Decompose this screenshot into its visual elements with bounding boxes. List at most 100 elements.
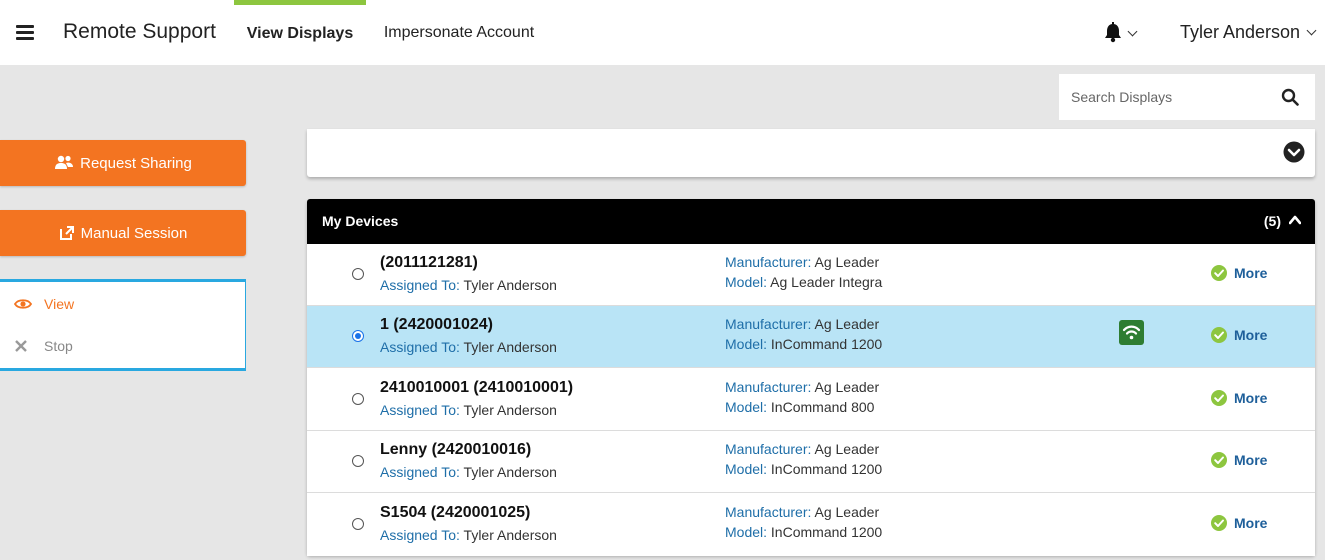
search-icon[interactable]: [1281, 88, 1299, 106]
check-circle-icon: [1211, 265, 1227, 281]
device-row[interactable]: (2011121281) Assigned To: Tyler Anderson…: [307, 244, 1315, 306]
more-label: More: [1234, 452, 1268, 469]
assigned-key: Assigned To:: [380, 464, 460, 481]
more-button[interactable]: More: [1211, 452, 1268, 469]
assigned-value: Tyler Anderson: [463, 339, 557, 356]
model-key: Model:: [725, 398, 768, 415]
assigned-value: Tyler Anderson: [463, 277, 557, 293]
my-devices-title: My Devices: [322, 213, 399, 229]
manufacturer-key: Manufacturer:: [725, 316, 812, 333]
manual-session-button[interactable]: Manual Session: [0, 210, 246, 256]
close-icon: [15, 340, 27, 352]
external-link-icon: [59, 226, 74, 240]
manufacturer-value: Ag Leader: [814, 378, 880, 395]
menu-icon[interactable]: [16, 25, 34, 40]
device-radio[interactable]: [352, 455, 364, 468]
eye-icon: [14, 299, 32, 309]
check-circle-icon: [1211, 514, 1227, 531]
user-name: Tyler Anderson: [1180, 22, 1301, 42]
tab-impersonate-account[interactable]: Impersonate Account: [372, 0, 546, 65]
manufacturer-key: Manufacturer:: [725, 378, 812, 395]
device-radio[interactable]: [352, 330, 364, 343]
device-model: Model: InCommand 1200: [725, 336, 882, 352]
manufacturer-key: Manufacturer:: [725, 441, 812, 458]
model-value: InCommand 800: [770, 398, 875, 415]
chevron-up-icon[interactable]: [1289, 215, 1301, 225]
device-name: S1504 (2420001025): [380, 503, 531, 521]
manufacturer-key: Manufacturer:: [725, 503, 812, 520]
device-count: (5): [1263, 213, 1281, 229]
assigned-value: Tyler Anderson: [463, 401, 557, 418]
device-model: Model: InCommand 800: [725, 399, 874, 415]
device-model: Model: InCommand 1200: [725, 461, 882, 477]
device-model: Model: InCommand 1200: [725, 524, 882, 540]
device-assigned: Assigned To: Tyler Anderson: [380, 464, 557, 480]
device-radio[interactable]: [352, 268, 364, 280]
more-button[interactable]: More: [1211, 514, 1268, 531]
app-title: Remote Support: [63, 20, 216, 43]
device-assigned: Assigned To: Tyler Anderson: [380, 527, 557, 543]
device-row[interactable]: 1 (2420001024) Assigned To: Tyler Anders…: [307, 306, 1315, 369]
my-devices-panel: My Devices (5) (2011121281) Assigned To:…: [307, 199, 1315, 556]
users-icon: [55, 155, 74, 169]
device-radio[interactable]: [352, 392, 364, 405]
more-button[interactable]: More: [1211, 389, 1268, 406]
model-value: InCommand 1200: [770, 461, 883, 478]
more-button[interactable]: More: [1211, 327, 1268, 344]
device-name: 2410010001 (2410010001): [380, 378, 574, 396]
device-name: (2011121281): [380, 254, 478, 271]
device-radio[interactable]: [352, 517, 364, 530]
manufacturer-key: Manufacturer:: [725, 254, 812, 270]
bell-icon: [1105, 22, 1121, 43]
more-label: More: [1234, 389, 1268, 406]
model-value: InCommand 1200: [770, 336, 883, 353]
top-bar: Remote Support View Displays Impersonate…: [0, 0, 1325, 65]
device-name: Lenny (2420010016): [380, 441, 532, 459]
model-value: InCommand 1200: [770, 523, 883, 540]
manual-session-label: Manual Session: [80, 224, 188, 242]
more-label: More: [1234, 514, 1268, 531]
tab-view-displays[interactable]: View Displays: [234, 0, 366, 65]
model-key: Model:: [725, 274, 768, 290]
chevron-down-icon: [1127, 26, 1138, 37]
view-action-label: View: [44, 296, 75, 312]
assigned-key: Assigned To:: [380, 526, 460, 543]
device-manufacturer: Manufacturer: Ag Leader: [725, 504, 879, 520]
more-label: More: [1234, 327, 1268, 344]
view-action[interactable]: View: [14, 296, 74, 312]
device-row[interactable]: 2410010001 (2410010001) Assigned To: Tyl…: [307, 368, 1315, 431]
request-sharing-button[interactable]: Request Sharing: [0, 140, 246, 186]
search-box[interactable]: [1059, 74, 1315, 120]
assigned-key: Assigned To:: [380, 339, 460, 356]
wifi-icon: [1119, 320, 1144, 346]
search-input[interactable]: [1059, 74, 1269, 120]
stop-action[interactable]: Stop: [14, 338, 73, 354]
device-manufacturer: Manufacturer: Ag Leader: [725, 379, 879, 395]
notifications-button[interactable]: [1103, 22, 1143, 44]
model-key: Model:: [725, 336, 768, 353]
manufacturer-value: Ag Leader: [814, 441, 880, 458]
chevron-circle-down-icon[interactable]: [1283, 141, 1305, 163]
model-key: Model:: [725, 523, 768, 540]
assigned-key: Assigned To:: [380, 277, 460, 293]
device-row[interactable]: Lenny (2420010016) Assigned To: Tyler An…: [307, 431, 1315, 494]
my-devices-header[interactable]: My Devices (5): [307, 199, 1315, 244]
device-model: Model: Ag Leader Integra: [725, 274, 882, 290]
device-assigned: Assigned To: Tyler Anderson: [380, 277, 557, 293]
user-menu[interactable]: Tyler Anderson: [1180, 22, 1317, 43]
request-sharing-label: Request Sharing: [80, 154, 192, 172]
manufacturer-value: Ag Leader: [814, 254, 880, 270]
device-row[interactable]: S1504 (2420001025) Assigned To: Tyler An…: [307, 493, 1315, 556]
device-assigned: Assigned To: Tyler Anderson: [380, 402, 557, 418]
check-circle-icon: [1211, 452, 1227, 469]
more-button[interactable]: More: [1211, 265, 1267, 281]
device-manufacturer: Manufacturer: Ag Leader: [725, 316, 879, 332]
model-key: Model:: [725, 461, 768, 478]
device-name: 1 (2420001024): [380, 316, 493, 334]
check-circle-icon: [1211, 389, 1227, 406]
more-label: More: [1234, 265, 1268, 281]
model-value: Ag Leader Integra: [770, 274, 883, 290]
assigned-key: Assigned To:: [380, 401, 460, 418]
device-manufacturer: Manufacturer: Ag Leader: [725, 254, 879, 270]
assigned-value: Tyler Anderson: [463, 464, 557, 481]
